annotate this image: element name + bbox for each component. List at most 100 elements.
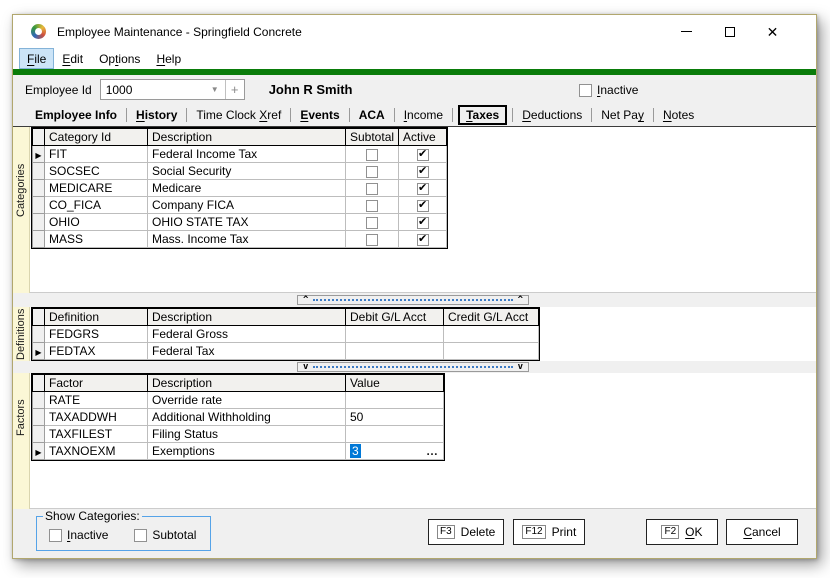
cell-category-id[interactable]: MEDICARE [45,180,148,197]
cell-description[interactable]: Override rate [148,392,346,409]
subtotal-checkbox[interactable] [366,217,378,229]
cell-debit-gl-acct[interactable] [346,326,444,343]
row-selector[interactable] [33,426,45,443]
tab-net-pay[interactable]: Net Pay [595,106,650,124]
cell-description[interactable]: Federal Income Tax [148,146,346,163]
subtotal-checkbox[interactable] [366,234,378,246]
collapse-down-icon[interactable]: v [303,364,308,371]
active-checkbox[interactable]: ✔ [417,217,429,229]
row-selector[interactable] [33,214,45,231]
add-icon[interactable]: + [226,82,244,97]
cell-credit-gl-acct[interactable] [444,343,539,360]
cell-value[interactable] [346,426,444,443]
cancel-button[interactable]: Cancel [726,519,798,545]
tab-time-clock-xref[interactable]: Time Clock Xref [190,106,287,124]
minimize-button[interactable] [665,15,708,48]
cell-value[interactable] [346,392,444,409]
cell-description[interactable]: Exemptions [148,443,346,460]
show-inactive-checkbox[interactable]: Inactive [49,528,108,542]
tab-separator [452,108,453,122]
tab-aca[interactable]: ACA [353,106,391,124]
cell-description[interactable]: Federal Gross [148,326,346,343]
row-selector[interactable] [33,197,45,214]
splitter-2[interactable]: v v [297,362,529,372]
row-selector[interactable] [33,163,45,180]
categories-panel: Category IdDescriptionSubtotalActive▶FIT… [30,127,816,293]
row-selector[interactable] [33,326,45,343]
close-button[interactable]: ✕ [751,15,794,48]
cell-credit-gl-acct[interactable] [444,326,539,343]
tab-taxes[interactable]: Taxes [458,105,507,125]
ok-button[interactable]: F2OK [646,519,718,545]
tab-income[interactable]: Income [398,106,449,124]
ellipsis-button[interactable]: … [426,444,439,459]
row-selector[interactable]: ▶ [33,146,45,163]
active-checkbox[interactable]: ✔ [417,183,429,195]
active-checkbox[interactable]: ✔ [417,166,429,178]
cell-definition-id[interactable]: FEDTAX [45,343,148,360]
maximize-button[interactable] [708,15,751,48]
inactive-checkbox[interactable]: Inactive [579,83,638,97]
tab-employee-info[interactable]: Employee Info [29,106,123,124]
row-selector[interactable]: ▶ [33,443,45,460]
app-icon[interactable] [31,24,46,39]
cell-category-id[interactable]: MASS [45,231,148,248]
delete-button[interactable]: F3Delete [428,519,504,545]
row-selector[interactable] [33,180,45,197]
row-selector[interactable]: ▶ [33,343,45,360]
active-checkbox[interactable]: ✔ [417,200,429,212]
cell-factor-id[interactable]: TAXADDWH [45,409,148,426]
cell-debit-gl-acct[interactable] [346,343,444,360]
show-subtotal-checkbox[interactable]: Subtotal [134,528,196,542]
active-checkbox[interactable]: ✔ [417,234,429,246]
subtotal-checkbox[interactable] [366,149,378,161]
collapse-down-icon[interactable]: v [518,364,523,371]
cell-value[interactable]: 3… [346,443,444,460]
cell-category-id[interactable]: SOCSEC [45,163,148,180]
employee-id-combo[interactable]: 1000 ▼ + [100,79,245,100]
cell-description[interactable]: Company FICA [148,197,346,214]
print-button[interactable]: F12Print [513,519,585,545]
splitter-1[interactable]: ^ ^ [297,295,529,305]
window-controls: ✕ [665,15,816,48]
cell-value[interactable]: 50 [346,409,444,426]
tab-separator [126,108,127,122]
cell-factor-id[interactable]: TAXNOEXM [45,443,148,460]
row-selector[interactable] [33,231,45,248]
cell-description[interactable]: OHIO STATE TAX [148,214,346,231]
subtotal-checkbox[interactable] [366,200,378,212]
cell-description[interactable]: Medicare [148,180,346,197]
tab-separator [186,108,187,122]
cell-description[interactable]: Social Security [148,163,346,180]
chevron-down-icon[interactable]: ▼ [205,85,225,94]
collapse-up-icon[interactable]: ^ [518,297,523,304]
collapse-up-icon[interactable]: ^ [303,297,308,304]
subtotal-checkbox-cell [346,163,399,180]
cell-category-id[interactable]: CO_FICA [45,197,148,214]
row-selector[interactable] [33,409,45,426]
menu-file[interactable]: File [19,48,54,69]
cell-description[interactable]: Mass. Income Tax [148,231,346,248]
subtotal-checkbox[interactable] [366,166,378,178]
cell-description[interactable]: Filing Status [148,426,346,443]
subtotal-checkbox[interactable] [366,183,378,195]
cell-factor-id[interactable]: TAXFILEST [45,426,148,443]
cell-definition-id[interactable]: FEDGRS [45,326,148,343]
active-checkbox[interactable]: ✔ [417,149,429,161]
cell-factor-id[interactable]: RATE [45,392,148,409]
minimize-icon [681,31,692,32]
row-selector[interactable] [33,392,45,409]
cell-description[interactable]: Federal Tax [148,343,346,360]
tab-history[interactable]: History [130,106,183,124]
categories-side-strip: Categories [13,127,30,293]
cell-category-id[interactable]: FIT [45,146,148,163]
menu-help[interactable]: Help [148,48,189,69]
categories-side-label: Categories [13,127,29,253]
cell-category-id[interactable]: OHIO [45,214,148,231]
menu-options[interactable]: Options [91,48,148,69]
tab-events[interactable]: Events [294,106,345,124]
menu-edit[interactable]: Edit [54,48,91,69]
cell-description[interactable]: Additional Withholding [148,409,346,426]
tab-notes[interactable]: Notes [657,106,700,124]
tab-deductions[interactable]: Deductions [516,106,588,124]
